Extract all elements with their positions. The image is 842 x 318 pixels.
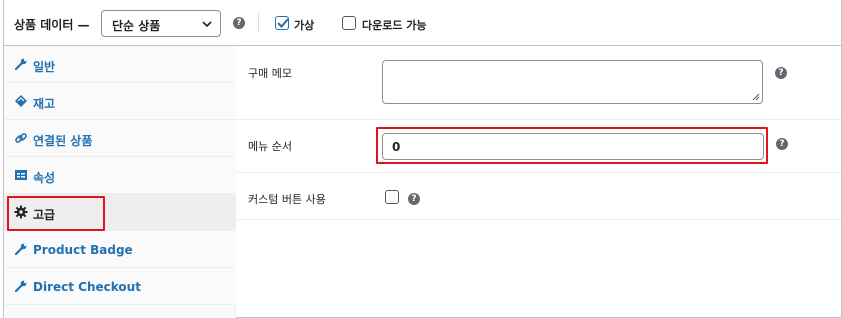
tab-label: 연결된 상품 [33,134,93,148]
help-icon[interactable]: ? [233,17,245,29]
chevron-down-icon [202,21,212,28]
panel-header: 상품 데이터 — 단순 상품 ? 가상 다운로드 가능 [4,0,841,46]
product-type-select[interactable]: 단순 상품 [101,10,221,37]
virtual-label: 가상 [294,19,315,32]
virtual-checkbox[interactable] [275,16,289,30]
tab-inventory[interactable]: 재고 [4,83,236,120]
resize-grip-icon[interactable] [752,93,760,101]
link-icon [15,133,27,143]
help-icon[interactable]: ? [776,138,788,150]
custom-button-checkbox[interactable] [385,190,399,204]
tab-product-badge[interactable]: Product Badge [4,231,236,268]
table-icon [15,170,27,180]
tag-icon [15,95,27,107]
wrench-icon [14,280,27,293]
tab-label: Product Badge [33,243,133,257]
panel-title: 상품 데이터 — [14,18,90,32]
highlight-box-advanced-tab [7,196,105,231]
product-data-tabs: 일반 재고 연결된 상품 속성 고급 Product Badge Direct … [4,46,236,318]
row-divider [236,172,841,173]
checkmark-icon [277,18,289,28]
product-type-value: 단순 상품 [112,19,161,33]
tab-label: 속성 [33,171,56,185]
custom-button-label: 커스텀 버튼 사용 [248,193,326,206]
tab-general[interactable]: 일반 [4,46,236,83]
highlight-box-menu-order [376,127,768,164]
tab-linked-products[interactable]: 연결된 상품 [4,120,236,157]
downloadable-checkbox[interactable] [342,16,356,30]
downloadable-label: 다운로드 가능 [362,19,427,32]
help-icon[interactable]: ? [775,67,787,79]
menu-order-label: 메뉴 순서 [248,140,292,153]
purchase-note-textarea[interactable] [382,60,763,104]
help-icon[interactable]: ? [408,193,420,205]
tab-label: 재고 [33,97,56,111]
row-divider [236,219,841,220]
tab-label: 일반 [33,60,56,74]
row-divider [236,119,841,120]
wrench-icon [14,243,27,256]
tab-label: Direct Checkout [33,280,141,294]
wrench-icon [14,58,27,71]
tab-attributes[interactable]: 속성 [4,157,236,194]
tab-direct-checkout[interactable]: Direct Checkout [4,268,236,305]
purchase-note-label: 구매 메모 [248,67,292,80]
advanced-options-panel: 구매 메모 ? 메뉴 순서 0 ? 커스텀 버튼 사용 ? [236,46,841,318]
header-divider [258,13,259,33]
